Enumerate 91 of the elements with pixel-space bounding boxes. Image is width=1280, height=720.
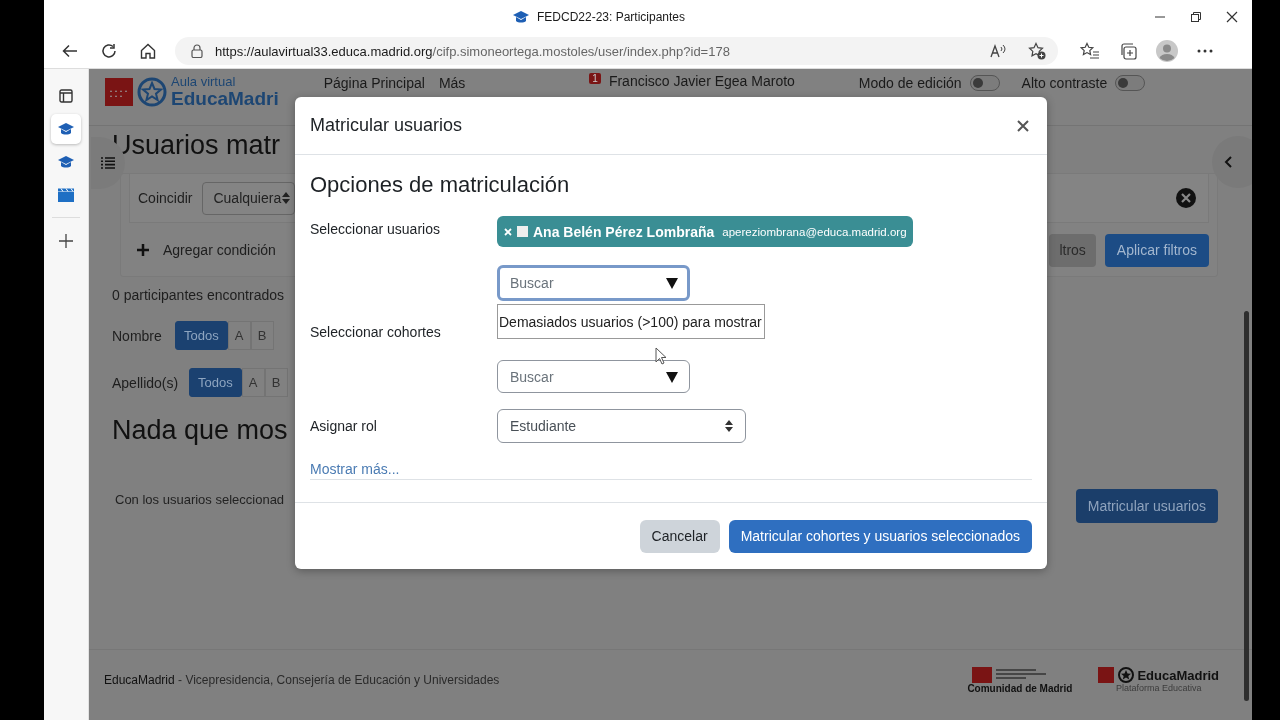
plus-icon <box>137 244 149 256</box>
field-label: Seleccionar cohortes <box>310 324 442 342</box>
chevron-left-icon <box>1224 156 1232 168</box>
participants-count: 0 participantes encontrados <box>112 287 285 303</box>
more-icon <box>1197 49 1213 53</box>
initial-filter-button[interactable]: B <box>264 368 288 397</box>
search-field[interactable]: Buscar <box>497 360 690 393</box>
footer-text: EducaMadrid - Vicepresidencia, Consejería de Educación y Universidades <box>104 673 501 687</box>
avatar-icon <box>1156 40 1178 62</box>
region-logo-text: Comunidad de Madrid <box>967 682 1073 694</box>
panel-icon <box>59 89 73 103</box>
collections-icon <box>1119 42 1137 60</box>
initials-label: Apellido(s) <box>112 374 180 391</box>
dropdown-message: Demasiados usuarios (>100) para mostrar <box>497 304 765 339</box>
nav-link[interactable]: Página Principal <box>323 75 425 91</box>
caret-down-icon <box>666 371 678 383</box>
toggle-switch[interactable] <box>969 75 1000 91</box>
toggle-label: Alto contraste <box>1021 75 1108 91</box>
updown-icon <box>282 192 291 204</box>
scrollbar[interactable] <box>1244 311 1249 701</box>
bulk-actions-label: Con los usuarios seleccionad <box>115 492 285 507</box>
match-label: Coincidir <box>138 190 193 206</box>
nav-link[interactable]: Más <box>438 75 466 91</box>
close-circle-icon <box>1176 188 1196 208</box>
home-icon <box>139 42 157 60</box>
notification-badge: 1 <box>589 72 601 84</box>
lock-icon <box>191 44 203 58</box>
read-aloud-icon <box>990 44 1006 58</box>
initial-filter-button[interactable]: A <box>227 321 251 350</box>
add-condition-button[interactable]: Agregar condición <box>137 242 276 258</box>
graduation-cap-icon <box>58 155 74 169</box>
address-bar[interactable]: https://aulavirtual33.educa.madrid.org/cifp.simoneortega.mostoles/user/index.php?id=178 <box>175 37 1058 65</box>
star-list-icon <box>1080 42 1100 60</box>
list-icon <box>101 157 115 169</box>
add-favorite-button[interactable] <box>1028 42 1046 60</box>
avatar-icon <box>517 226 528 237</box>
close-icon <box>1226 11 1238 23</box>
initial-filter-button[interactable]: A <box>241 368 265 397</box>
flag-icon <box>105 77 133 106</box>
show-more-link[interactable]: Mostrar más... <box>310 460 400 478</box>
dialog-title: Matricular usuarios <box>310 115 463 136</box>
star-plus-icon <box>1028 42 1046 60</box>
url-text: https://aulavirtual33.educa.madrid.org/cifp.simoneortega.mostoles/user/index.php?id=178 <box>215 43 731 59</box>
apply-filters-button[interactable]: Aplicar filtros <box>1104 233 1209 267</box>
selected-user-chip[interactable]: Ana Belén Pérez Lombraña apereziombrana@educa.madrid.org <box>497 216 913 247</box>
read-aloud-button[interactable] <box>990 44 1006 58</box>
close-button[interactable] <box>1226 11 1238 23</box>
profile-button[interactable] <box>1156 40 1178 62</box>
brand-logo-icon <box>1098 667 1135 683</box>
favorites-button[interactable] <box>1080 42 1100 60</box>
plus-icon <box>59 234 73 248</box>
collections-button[interactable] <box>1119 42 1137 60</box>
mouse-cursor-icon <box>655 347 667 365</box>
remove-condition-button[interactable] <box>1176 188 1196 208</box>
star-circle-icon <box>137 76 167 107</box>
field-label: Seleccionar usuarios <box>310 221 441 239</box>
user-name[interactable]: Francisco Javier Egea Maroto <box>608 73 795 89</box>
back-icon <box>61 42 79 60</box>
clapperboard-icon <box>58 188 74 202</box>
restore-button[interactable] <box>1190 11 1202 23</box>
search-field[interactable]: Buscar <box>497 265 690 301</box>
restore-icon <box>1190 11 1202 23</box>
updown-icon <box>725 420 733 432</box>
clear-filters-button[interactable]: ltros <box>1049 233 1096 267</box>
close-icon <box>1017 119 1029 132</box>
empty-message: Nada que mos <box>112 415 288 446</box>
more-button[interactable] <box>1197 49 1213 53</box>
remove-icon <box>504 227 512 236</box>
enrol-users-button[interactable]: Matricular usuarios <box>1075 489 1218 523</box>
cancel-button[interactable]: Cancelar <box>639 519 720 553</box>
initials-label: Nombre <box>112 327 163 344</box>
section-heading: Opciones de matriculación <box>310 171 571 199</box>
initial-filter-button[interactable]: Todos <box>189 368 242 397</box>
graduation-cap-icon <box>58 122 74 136</box>
toggle-switch[interactable] <box>1115 75 1146 91</box>
brand-logo-text: EducaMadrid <box>1137 667 1219 683</box>
initial-filter-button[interactable]: B <box>250 321 274 350</box>
enrol-submit-button[interactable]: Matricular cohortes y usuarios seleccionados <box>728 519 1032 553</box>
close-button[interactable] <box>1017 119 1029 132</box>
graduation-cap-icon <box>512 10 529 24</box>
reload-icon <box>100 42 118 60</box>
window-title: FEDCD22-23: Participantes <box>536 10 686 24</box>
toggle-label: Modo de edición <box>858 75 962 91</box>
initial-filter-button[interactable]: Todos <box>175 321 228 350</box>
browser-tab[interactable] <box>51 114 81 144</box>
brand-tagline: Plataforma Educativa <box>1115 683 1202 693</box>
logo-subtitle: Aula virtual <box>171 75 237 88</box>
role-select[interactable]: Estudiante <box>497 409 746 443</box>
drawer-toggle-button[interactable] <box>1212 136 1252 188</box>
logo-text: EducaMadri <box>171 89 279 108</box>
field-label: Asignar rol <box>310 418 378 434</box>
